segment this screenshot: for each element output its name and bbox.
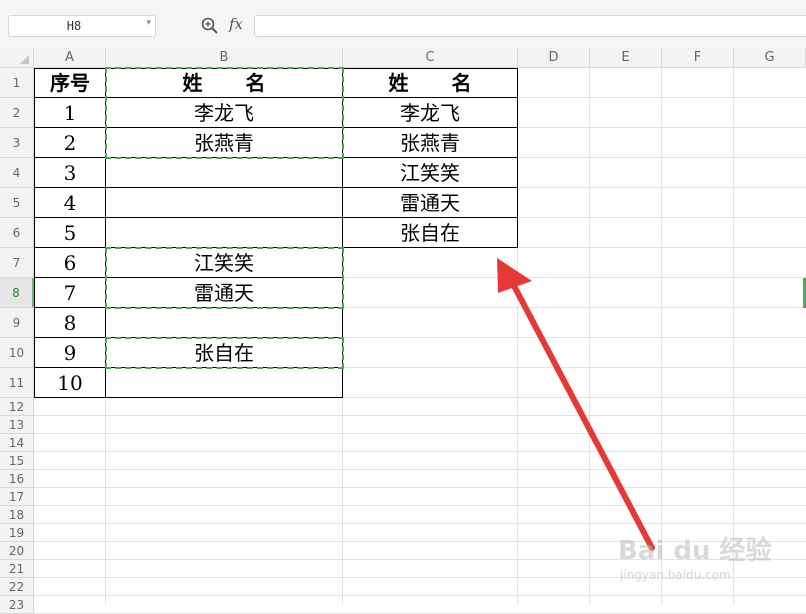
- cell-name-right[interactable]: 张自在: [343, 219, 517, 248]
- cell-name[interactable]: [106, 369, 342, 398]
- formula-bar: H8 ▾ fx: [0, 0, 806, 48]
- column-header-e[interactable]: E: [590, 48, 662, 68]
- row-header-3[interactable]: 3: [0, 128, 34, 158]
- name-box[interactable]: H8 ▾: [8, 15, 156, 37]
- watermark-brand: Bai du 经验: [618, 536, 772, 566]
- grid-line: [34, 469, 806, 470]
- chevron-down-icon[interactable]: ▾: [146, 18, 151, 28]
- cell-seq[interactable]: 3: [35, 159, 105, 188]
- cell-name[interactable]: [106, 219, 342, 248]
- zoom-icon[interactable]: [200, 16, 220, 36]
- row-header-16[interactable]: 16: [0, 470, 34, 488]
- column-header-a[interactable]: A: [34, 48, 106, 68]
- watermark: Bai du 经验 jingyan.baidu.com: [618, 520, 778, 590]
- cell-seq[interactable]: 7: [35, 279, 105, 308]
- grid-line: [34, 487, 806, 488]
- cell-name-right[interactable]: 张燕青: [343, 129, 517, 158]
- cell-seq[interactable]: 4: [35, 189, 105, 218]
- name-box-value: H8: [66, 19, 82, 33]
- row-header-14[interactable]: 14: [0, 434, 34, 452]
- column-header-f[interactable]: F: [662, 48, 734, 68]
- column-header-g[interactable]: G: [734, 48, 806, 68]
- header-seq[interactable]: 序号: [35, 69, 105, 98]
- row-header-11[interactable]: 11: [0, 368, 34, 398]
- grid-line: [34, 595, 806, 596]
- row-header-15[interactable]: 15: [0, 452, 34, 470]
- cell-name-right[interactable]: 江笑笑: [343, 159, 517, 188]
- column-header-b[interactable]: B: [106, 48, 343, 68]
- cell-name[interactable]: [106, 309, 342, 338]
- column-header-d[interactable]: D: [518, 48, 590, 68]
- cell-seq[interactable]: 2: [35, 129, 105, 158]
- cell-name[interactable]: [106, 189, 342, 218]
- row-header-7[interactable]: 7: [0, 248, 34, 278]
- cell-name[interactable]: 李龙飞: [106, 99, 342, 128]
- row-header-2[interactable]: 2: [0, 98, 34, 128]
- row-header-12[interactable]: 12: [0, 398, 34, 416]
- grid-line: [34, 505, 806, 506]
- fx-button[interactable]: fx: [229, 15, 243, 33]
- row-header-4[interactable]: 4: [0, 158, 34, 188]
- row-header-9[interactable]: 9: [0, 308, 34, 338]
- select-all-icon: [20, 55, 29, 64]
- cell-name-right[interactable]: 李龙飞: [343, 99, 517, 128]
- cell-name-right[interactable]: 雷通天: [343, 189, 517, 218]
- row-header-13[interactable]: 13: [0, 416, 34, 434]
- cell-seq[interactable]: 9: [35, 339, 105, 368]
- cell-seq[interactable]: 5: [35, 219, 105, 248]
- header-name-right[interactable]: 姓 名: [343, 69, 517, 98]
- grid-line: [34, 415, 806, 416]
- cell-name[interactable]: 雷通天: [106, 279, 342, 308]
- grid-line: [34, 433, 806, 434]
- row-header-18[interactable]: 18: [0, 506, 34, 524]
- cell-name[interactable]: 张自在: [106, 339, 342, 368]
- cell-seq[interactable]: 1: [35, 99, 105, 128]
- row-header-20[interactable]: 20: [0, 542, 34, 560]
- header-name[interactable]: 姓 名: [106, 69, 342, 98]
- table-border: [517, 68, 518, 248]
- row-header-6[interactable]: 6: [0, 218, 34, 248]
- select-all-corner[interactable]: [0, 48, 34, 68]
- row-header-8[interactable]: 8: [0, 278, 34, 308]
- row-header-5[interactable]: 5: [0, 188, 34, 218]
- row-header-10[interactable]: 10: [0, 338, 34, 368]
- watermark-url: jingyan.baidu.com: [620, 568, 731, 582]
- cell-seq[interactable]: 10: [35, 369, 105, 398]
- cell-name[interactable]: 江笑笑: [106, 249, 342, 278]
- row-header-23[interactable]: 23: [0, 596, 34, 614]
- row-header-17[interactable]: 17: [0, 488, 34, 506]
- cell-name[interactable]: [106, 159, 342, 188]
- cell-seq[interactable]: 6: [35, 249, 105, 278]
- column-header-c[interactable]: C: [343, 48, 518, 68]
- cell-name[interactable]: 张燕青: [106, 129, 342, 158]
- row-header-1[interactable]: 1: [0, 68, 34, 98]
- cell-seq[interactable]: 8: [35, 309, 105, 338]
- row-header-22[interactable]: 22: [0, 578, 34, 596]
- row-header-19[interactable]: 19: [0, 524, 34, 542]
- formula-input[interactable]: [254, 15, 806, 37]
- grid-line: [34, 451, 806, 452]
- row-header-21[interactable]: 21: [0, 560, 34, 578]
